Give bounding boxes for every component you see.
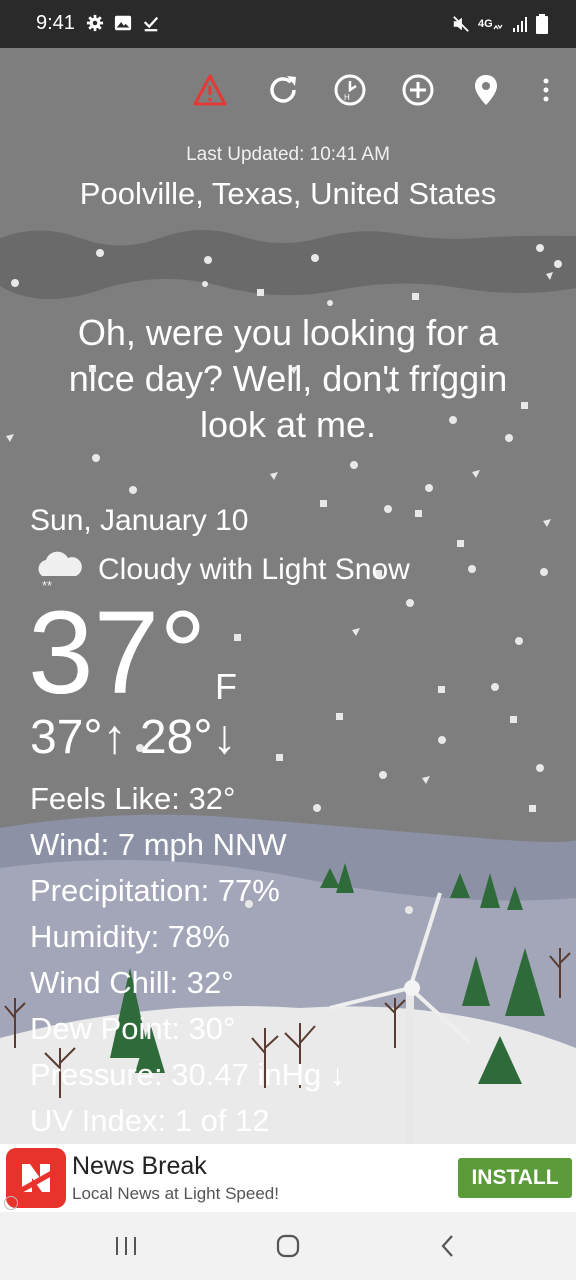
home-icon [276, 1234, 300, 1258]
image-icon [114, 15, 132, 31]
install-button[interactable]: INSTALL [458, 1158, 572, 1198]
4g-icon: 4G [478, 18, 503, 30]
recents-button[interactable] [106, 1230, 146, 1262]
ad-subtitle: Local News at Light Speed! [72, 1184, 279, 1203]
history-button[interactable]: H [332, 72, 368, 108]
more-button[interactable] [528, 72, 564, 108]
high-low-temps: 37°↑ 28°↓ [30, 711, 237, 764]
svg-text:4G: 4G [478, 18, 493, 30]
humidity: Humidity: 78% [30, 919, 230, 954]
status-time: 9:41 [36, 12, 75, 34]
condition-row: ** Cloudy with Light Snow [30, 548, 410, 592]
recents-icon [116, 1237, 136, 1255]
refresh-icon [270, 76, 296, 103]
add-location-icon [402, 74, 434, 106]
back-button[interactable] [428, 1230, 468, 1262]
weather-scene: H Last Updated: 10:41 AM Poolville, Texa… [0, 48, 576, 1144]
dew-point: Dew Point: 30° [30, 1011, 236, 1046]
status-bar: 9:41 4G [0, 0, 576, 48]
uv-index: UV Index: 1 of 12 [30, 1103, 270, 1138]
location-button[interactable] [468, 72, 504, 108]
current-temperature: 37° [28, 587, 207, 719]
condition-text: Cloudy with Light Snow [98, 553, 410, 586]
mute-icon [453, 16, 469, 32]
cloud-snow-icon: ** [38, 551, 82, 592]
more-icon [543, 78, 549, 102]
history-icon: H [334, 74, 366, 106]
last-updated: Last Updated: 10:41 AM [186, 144, 390, 165]
snark-message: Oh, were you looking for a nice day? Wel… [68, 312, 508, 445]
gear-icon [86, 14, 104, 32]
news-break-logo-icon [20, 1164, 52, 1194]
temperature-unit[interactable]: F [215, 666, 237, 708]
toolbar: H [0, 72, 576, 108]
forecast-date: Sun, January 10 [30, 504, 249, 537]
navigation-bar [0, 1212, 576, 1280]
ad-info-icon[interactable] [4, 1196, 18, 1210]
ad-banner[interactable]: News Break Local News at Light Speed! IN… [0, 1144, 576, 1212]
location-pin-icon [475, 75, 497, 105]
add-location-button[interactable] [400, 72, 436, 108]
weather-details: Feels Like: 32° Wind: 7 mph NNW Precipit… [30, 776, 345, 1144]
battery-icon [536, 14, 548, 34]
alert-icon [193, 74, 227, 106]
alert-button[interactable] [192, 72, 228, 108]
pressure: Pressure: 30.47 inHg ↓ [30, 1057, 346, 1092]
back-icon [441, 1235, 453, 1257]
precipitation: Precipitation: 77% [30, 873, 280, 908]
home-button[interactable] [268, 1230, 308, 1262]
svg-text:H: H [344, 93, 350, 102]
signal-icon [513, 17, 527, 32]
wind: Wind: 7 mph NNW [30, 827, 287, 862]
location-name[interactable]: Poolville, Texas, United States [0, 176, 576, 212]
refresh-button[interactable] [265, 72, 301, 108]
ad-title[interactable]: News Break [72, 1152, 207, 1181]
wind-chill: Wind Chill: 32° [30, 965, 234, 1000]
download-done-icon [143, 16, 159, 32]
feels-like: Feels Like: 32° [30, 781, 236, 816]
